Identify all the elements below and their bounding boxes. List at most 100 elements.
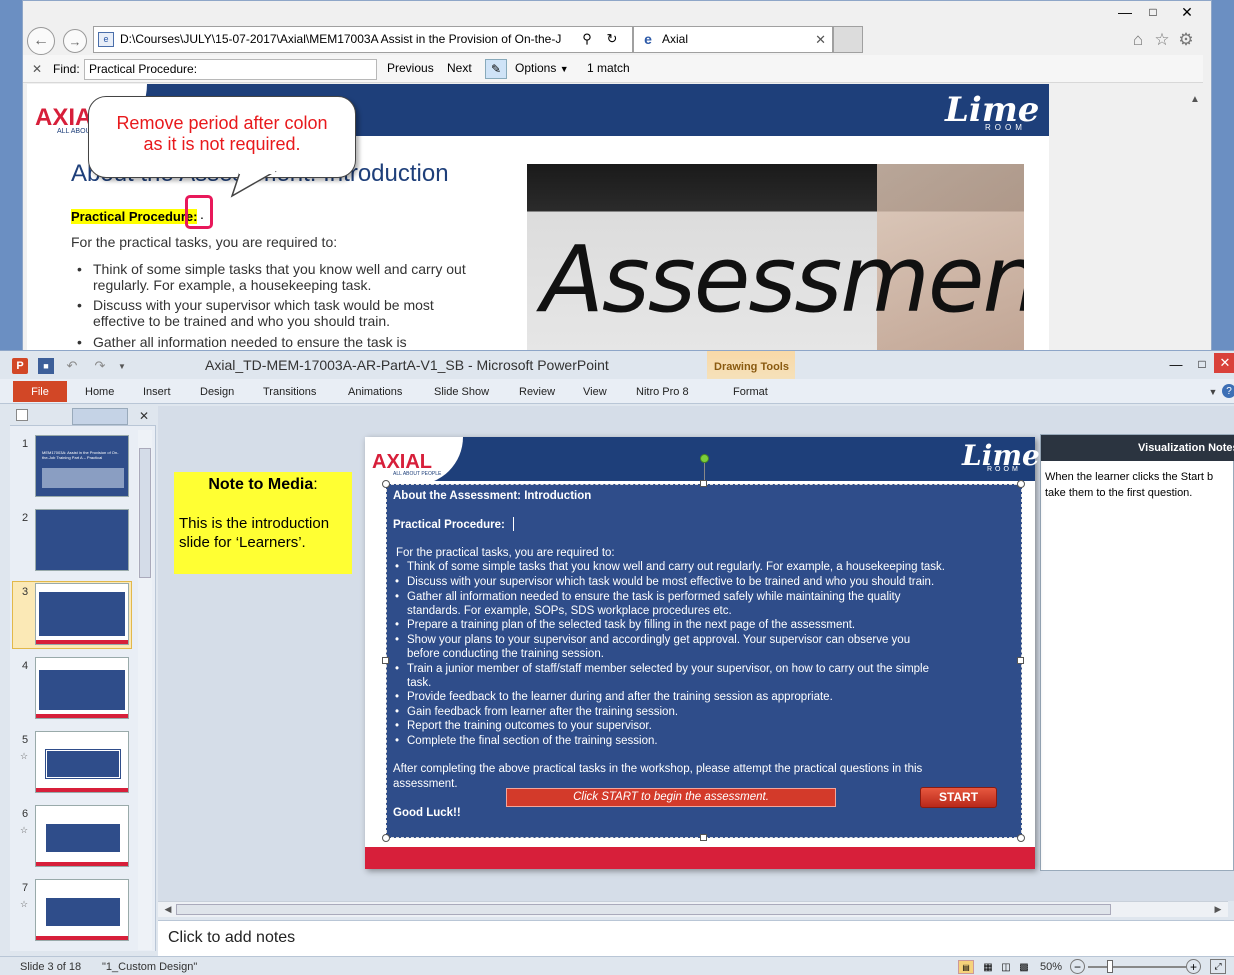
- zoom-slider-thumb[interactable]: [1107, 960, 1113, 973]
- thumb-scroll-thumb[interactable]: [139, 448, 151, 578]
- notes-area[interactable]: Click to add notes: [158, 920, 1234, 956]
- file-tab[interactable]: File: [13, 381, 67, 402]
- find-close-icon[interactable]: ✕: [29, 61, 45, 77]
- favorites-icon[interactable]: ☆: [1151, 29, 1173, 51]
- start-banner: Click START to begin the assessment.: [506, 788, 836, 807]
- find-label: Find:: [53, 62, 80, 76]
- browser-tab[interactable]: e Axial ✕: [633, 26, 833, 53]
- slide-thumb-3[interactable]: [35, 583, 129, 645]
- note-title: Note to Media: [208, 476, 314, 493]
- start-button[interactable]: START: [920, 787, 997, 808]
- zoom-level[interactable]: 50%: [1040, 961, 1062, 973]
- slide-bullet-4: Prepare a training plan of the selected …: [395, 618, 855, 632]
- save-icon[interactable]: ■: [38, 358, 54, 374]
- tab-nitro[interactable]: Nitro Pro 8: [636, 386, 689, 398]
- resize-handle[interactable]: [1017, 834, 1025, 842]
- horizontal-scrollbar[interactable]: ◀ ▶: [158, 901, 1228, 917]
- refresh-icon[interactable]: ↻: [603, 29, 621, 49]
- address-bar[interactable]: e D:\Courses\JULY\15-07-2017\Axial\MEM17…: [93, 26, 633, 53]
- help-icon[interactable]: ?: [1222, 384, 1234, 398]
- close-icon[interactable]: ✕: [1167, 3, 1207, 21]
- resize-handle[interactable]: [382, 834, 390, 842]
- match-count: 1 match: [587, 61, 630, 75]
- gear-icon[interactable]: ⚙: [1175, 29, 1197, 51]
- tab-home[interactable]: Home: [85, 386, 114, 398]
- tab-design[interactable]: Design: [200, 386, 234, 398]
- tab-transitions[interactable]: Transitions: [263, 386, 316, 398]
- redo-icon[interactable]: ↷: [90, 358, 110, 374]
- tab-format[interactable]: Format: [733, 386, 768, 398]
- tab-insert[interactable]: Insert: [143, 386, 171, 398]
- scroll-up-icon[interactable]: ▲: [1188, 92, 1202, 106]
- maximize-icon[interactable]: □: [1139, 3, 1167, 21]
- search-icon[interactable]: ⚲: [578, 29, 596, 49]
- slides-tab-icon[interactable]: [16, 409, 28, 421]
- quick-access-dropdown-icon[interactable]: ▼: [116, 358, 128, 374]
- minimize-icon[interactable]: —: [1111, 3, 1139, 21]
- tab-animations[interactable]: Animations: [348, 386, 402, 398]
- slide-thumb-6[interactable]: [35, 805, 129, 867]
- normal-view-icon[interactable]: ▤: [958, 960, 974, 974]
- resize-handle[interactable]: [1017, 480, 1025, 488]
- pane-close-icon[interactable]: ✕: [136, 408, 152, 424]
- zoom-out-icon[interactable]: −: [1070, 959, 1085, 974]
- hscroll-thumb[interactable]: [176, 904, 1111, 915]
- callout-line-1: Remove period after colon: [116, 113, 328, 133]
- find-input[interactable]: Practical Procedure:: [84, 59, 377, 80]
- ribbon-collapse-icon[interactable]: ▼: [1206, 385, 1220, 399]
- zoom-in-icon[interactable]: +: [1186, 959, 1201, 974]
- thumb-scrollbar[interactable]: [138, 430, 152, 950]
- find-options-button[interactable]: Options ▼: [515, 61, 569, 75]
- slide-thumb-2[interactable]: [35, 509, 129, 571]
- bullet-1: Think of some simple tasks that you know…: [73, 261, 473, 293]
- thumb-number: 7: [22, 882, 29, 894]
- undo-icon[interactable]: ↶: [60, 358, 84, 374]
- note-to-media[interactable]: Note to Media: This is the introduction …: [174, 472, 352, 574]
- slide-thumb-5[interactable]: [35, 731, 129, 793]
- vertical-scrollbar[interactable]: ▲: [1186, 84, 1204, 353]
- find-previous-button[interactable]: Previous: [387, 61, 434, 75]
- slide-sorter-icon[interactable]: ▦: [980, 960, 996, 974]
- slide-thumb-1[interactable]: MEM17003A: Assist in the Provision of On…: [35, 435, 129, 497]
- thumb-number: 3: [22, 586, 29, 598]
- status-theme: "1_Custom Design": [102, 961, 198, 973]
- scroll-right-icon[interactable]: ▶: [1212, 903, 1224, 916]
- reading-view-icon[interactable]: ◫: [998, 960, 1014, 974]
- resize-handle[interactable]: [700, 834, 707, 841]
- scroll-left-icon[interactable]: ◀: [162, 903, 174, 916]
- slide-bullet-6-cont: task.: [407, 677, 432, 689]
- tab-close-icon[interactable]: ✕: [815, 27, 826, 52]
- find-next-button[interactable]: Next: [447, 61, 472, 75]
- outline-tab[interactable]: [72, 408, 128, 425]
- slide-thumb-7[interactable]: [35, 879, 129, 941]
- rotate-handle[interactable]: [700, 454, 709, 463]
- slide-bullet-3-cont: standards. For example, SOPs, SDS workpl…: [407, 605, 732, 617]
- slide-thumb-4[interactable]: [35, 657, 129, 719]
- resize-handle[interactable]: [382, 657, 389, 664]
- tab-view[interactable]: View: [583, 386, 607, 398]
- fit-to-window-icon[interactable]: ⤢: [1210, 959, 1226, 974]
- zoom-slider-track[interactable]: [1088, 966, 1186, 968]
- back-icon[interactable]: ←: [27, 27, 55, 55]
- powerpoint-icon[interactable]: P: [12, 358, 28, 374]
- resize-handle[interactable]: [382, 480, 390, 488]
- new-tab-button[interactable]: [833, 26, 863, 53]
- pp-maximize-icon[interactable]: □: [1190, 355, 1214, 373]
- tab-review[interactable]: Review: [519, 386, 555, 398]
- slide-bullet-9: Report the training outcomes to your sup…: [395, 719, 652, 733]
- slide-bullet-6: Train a junior member of staff/staff mem…: [395, 662, 929, 676]
- forward-icon[interactable]: →: [63, 29, 87, 53]
- resize-handle[interactable]: [700, 480, 707, 487]
- thumb-footer: [36, 788, 128, 792]
- pp-minimize-icon[interactable]: —: [1164, 355, 1188, 373]
- slide-canvas[interactable]: AXIAL ALL ABOUT PEOPLE Lime ROOM About t…: [365, 437, 1040, 869]
- slide-text-box[interactable]: About the Assessment: Introduction Pract…: [386, 484, 1022, 838]
- tab-slide-show[interactable]: Slide Show: [434, 386, 489, 398]
- highlight-icon[interactable]: ✎: [485, 59, 507, 79]
- pp-close-icon[interactable]: ✕: [1214, 353, 1234, 373]
- resize-handle[interactable]: [1017, 657, 1024, 664]
- ribbon-tabs: [0, 379, 1234, 404]
- home-icon[interactable]: ⌂: [1127, 29, 1149, 51]
- notes-panel-body: When the learner clicks the Start b take…: [1045, 471, 1214, 499]
- slideshow-icon[interactable]: ▩: [1016, 960, 1032, 974]
